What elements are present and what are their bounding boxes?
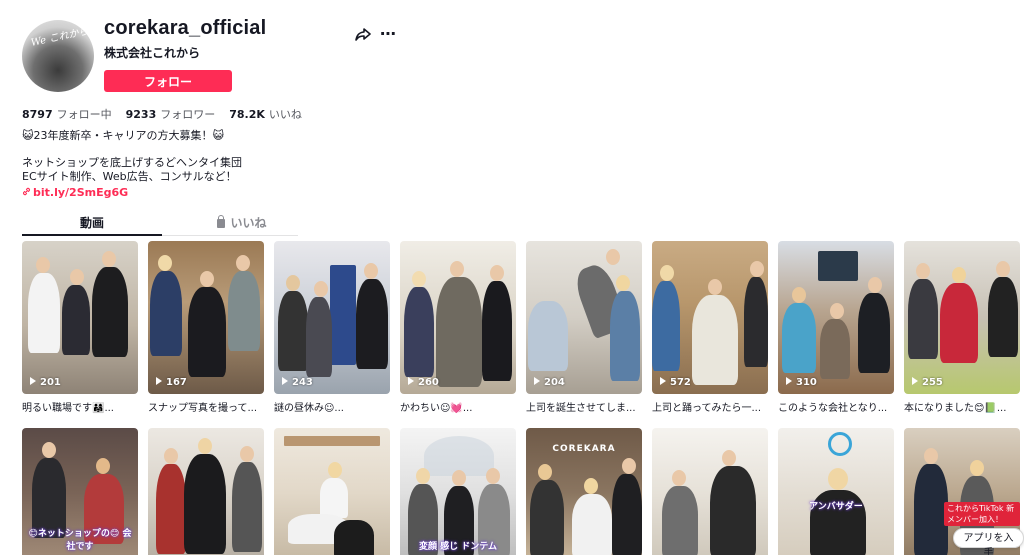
profile-stats: 8797 フォロー中 9233 フォロワー 78.2K いいね <box>22 106 302 122</box>
video-card[interactable]: 260 かわちい☺💓... <box>400 241 516 414</box>
tab-likes[interactable]: いいね <box>182 214 302 236</box>
video-overlay-text: アンバサダー <box>809 502 863 512</box>
view-count: 204 <box>534 377 565 388</box>
video-thumbnail[interactable]: 167 <box>148 241 264 394</box>
video-caption: 謎の昼休み☺... <box>274 403 344 414</box>
play-icon <box>660 377 666 385</box>
link-icon <box>22 187 31 196</box>
following-count: 8797 <box>22 108 53 121</box>
video-card[interactable] <box>274 428 390 555</box>
video-thumbnail[interactable]: 310 <box>778 241 894 394</box>
profile-username: corekara_official <box>104 17 267 39</box>
following-stat[interactable]: 8797 フォロー中 <box>22 106 112 122</box>
bio-line-1: 😺23年度新卒・キャリアの方大募集！😺 <box>22 129 224 142</box>
view-count: 572 <box>660 377 691 388</box>
video-thumbnail[interactable]: 201 <box>22 241 138 394</box>
video-thumbnail[interactable] <box>274 428 390 555</box>
video-thumbnail[interactable]: 243 <box>274 241 390 394</box>
video-thumbnail[interactable]: 572 <box>652 241 768 394</box>
video-card[interactable]: 167 スナップ写真を撮って... <box>148 241 264 414</box>
play-icon <box>534 377 540 385</box>
video-caption: このような会社となり... <box>778 403 888 414</box>
video-card[interactable]: アンバサダー <box>778 428 894 555</box>
bio-link[interactable]: bit.ly/2SmEg6G <box>22 186 128 199</box>
video-thumbnail[interactable]: 260 <box>400 241 516 394</box>
view-count: 260 <box>408 377 439 388</box>
video-card[interactable]: 255 本になりました😊📗... <box>904 241 1020 414</box>
likes-stat: 78.2K いいね <box>229 106 302 122</box>
video-thumbnail[interactable]: 変顔 感じ ドンテム <box>400 428 516 555</box>
play-icon <box>912 377 918 385</box>
view-count: 255 <box>912 377 943 388</box>
view-count: 167 <box>156 377 187 388</box>
get-app-button[interactable]: アプリを入手 <box>953 528 1024 555</box>
video-card[interactable]: COREKARA <box>526 428 642 555</box>
play-icon <box>282 377 288 385</box>
profile-avatar[interactable]: We これから <box>22 20 94 92</box>
video-thumbnail[interactable]: 😊ネットショップの😊 会社です <box>22 428 138 555</box>
view-count: 243 <box>282 377 313 388</box>
video-caption: かわちい☺💓... <box>400 403 473 414</box>
video-card[interactable]: 204 上司を誕生させてしま... <box>526 241 642 414</box>
video-thumbnail[interactable]: アンバサダー <box>778 428 894 555</box>
tab-videos-label: 動画 <box>79 216 104 230</box>
video-caption: 明るい職場です👨‍👩‍👧... <box>22 403 114 414</box>
video-caption: 上司と踊ってみたら一... <box>652 403 762 414</box>
video-card[interactable]: 変顔 感じ ドンテム <box>400 428 516 555</box>
video-card[interactable]: 572 上司と踊ってみたら一... <box>652 241 768 414</box>
video-caption: 上司を誕生させてしま... <box>526 403 636 414</box>
play-icon <box>408 377 414 385</box>
share-icon[interactable] <box>355 26 371 42</box>
video-thumbnail[interactable]: COREKARA <box>526 428 642 555</box>
video-overlay-text: 変顔 感じ ドンテム <box>419 542 497 552</box>
likes-label: いいね <box>268 108 302 121</box>
view-count: 201 <box>30 377 61 388</box>
followers-count: 9233 <box>125 108 157 121</box>
video-thumbnail[interactable] <box>148 428 264 555</box>
avatar-logo-text: We これから <box>29 25 90 49</box>
video-thumbnail[interactable] <box>652 428 768 555</box>
followers-stat[interactable]: 9233 フォロワー <box>126 106 216 122</box>
video-card[interactable]: 😊ネットショップの😊 会社です <box>22 428 138 555</box>
video-thumbnail[interactable]: 255 <box>904 241 1020 394</box>
bio-link-text: bit.ly/2SmEg6G <box>33 186 129 199</box>
follow-button[interactable]: フォロー <box>104 70 232 92</box>
play-icon <box>156 377 162 385</box>
lock-icon <box>217 215 226 228</box>
video-caption: スナップ写真を撮って... <box>148 403 258 414</box>
video-card[interactable]: 243 謎の昼休み☺... <box>274 241 390 414</box>
view-count: 310 <box>786 377 817 388</box>
video-card[interactable]: 310 このような会社となり... <box>778 241 894 414</box>
tab-likes-label: いいね <box>230 216 267 230</box>
tab-videos[interactable]: 動画 <box>22 214 162 236</box>
following-label: フォロー中 <box>56 108 112 121</box>
likes-count: 78.2K <box>229 108 265 121</box>
play-icon <box>30 377 36 385</box>
video-overlay-text: 😊ネットショップの😊 会社です <box>28 529 132 552</box>
video-card[interactable] <box>148 428 264 555</box>
video-card[interactable] <box>652 428 768 555</box>
video-overlay-text: これからTikTok 新メンバー加入！ <box>944 502 1020 526</box>
company-logo-text: COREKARA <box>552 444 616 454</box>
play-icon <box>786 377 792 385</box>
video-card[interactable]: 201 明るい職場です👨‍👩‍👧... <box>22 241 138 414</box>
profile-tabs: 動画 いいね <box>22 214 298 236</box>
more-icon[interactable]: ⋯ <box>380 24 397 43</box>
bio-line-3: ECサイト制作、Web広告、コンサルなど！ <box>22 170 237 183</box>
followers-label: フォロワー <box>160 108 216 121</box>
video-caption: 本になりました😊📗... <box>904 403 1007 414</box>
profile-nickname: 株式会社これから <box>104 46 201 60</box>
video-thumbnail[interactable]: 204 <box>526 241 642 394</box>
